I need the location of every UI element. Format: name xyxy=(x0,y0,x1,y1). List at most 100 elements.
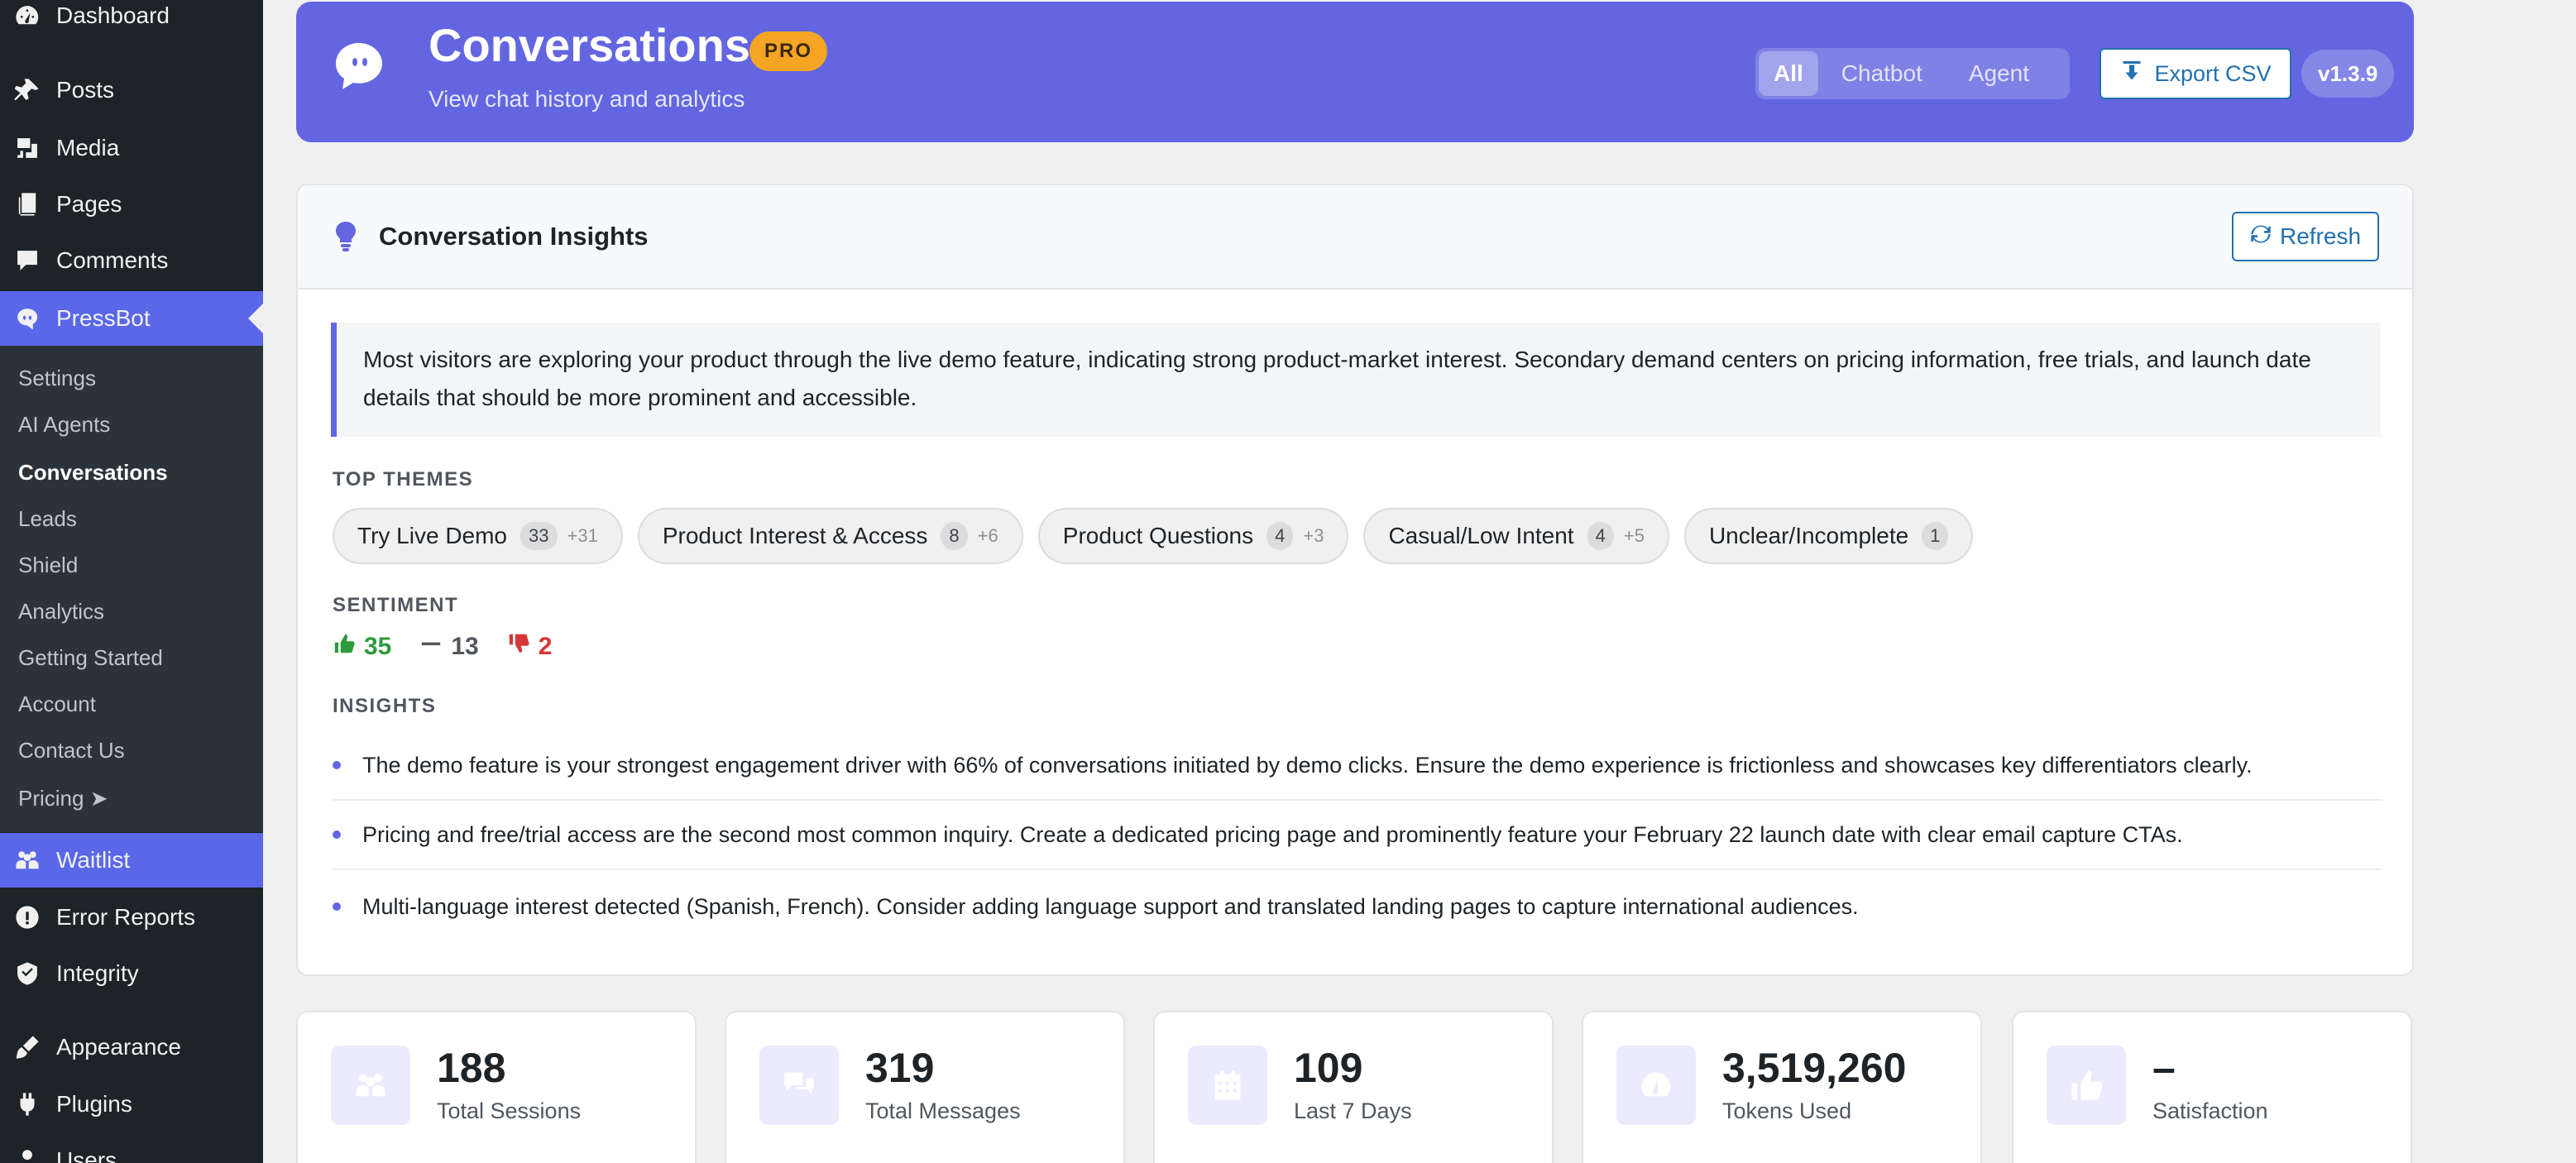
insights-heading: INSIGHTS xyxy=(333,695,437,717)
bullet-dot xyxy=(333,902,341,911)
warning-icon xyxy=(12,902,43,933)
menu-label: Waitlist xyxy=(56,847,131,873)
insight-text: Multi-language interest detected (Spanis… xyxy=(362,893,1859,919)
menu-label: Dashboard xyxy=(56,2,170,28)
calendar-icon xyxy=(1188,1046,1267,1125)
theme-name: Casual/Low Intent xyxy=(1388,523,1574,548)
stat-card-satisfaction: – Satisfaction xyxy=(2012,1011,2412,1163)
submenu-ai-agents[interactable]: AI Agents xyxy=(18,412,110,438)
menu-label: Posts xyxy=(56,77,115,103)
menu-label: Appearance xyxy=(56,1034,182,1060)
filter-segmented-control: All Chatbot Agent xyxy=(1755,48,2070,99)
pro-badge: PRO xyxy=(749,31,828,71)
export-label: Export CSV xyxy=(2154,60,2272,86)
stat-value: 319 xyxy=(865,1045,935,1091)
sentiment-positive: 35 xyxy=(333,632,391,662)
themes-heading: TOP THEMES xyxy=(333,468,474,491)
submenu-conversations[interactable]: Conversations xyxy=(18,460,168,486)
theme-name: Unclear/Incomplete xyxy=(1708,523,1909,548)
menu-appearance[interactable]: Appearance xyxy=(0,1020,263,1074)
page-header: Conversations PRO View chat history and … xyxy=(296,2,2414,142)
export-csv-button[interactable]: Export CSV xyxy=(2100,48,2291,99)
theme-count: 4 xyxy=(1587,522,1614,550)
thumbs-up-icon xyxy=(2047,1046,2126,1125)
theme-pill[interactable]: Try Live Demo 33 +31 xyxy=(333,508,623,564)
active-indicator xyxy=(248,304,263,333)
theme-pill[interactable]: Unclear/Incomplete 1 xyxy=(1683,508,1974,564)
user-icon xyxy=(12,1145,43,1163)
stat-label: Total Sessions xyxy=(437,1098,582,1123)
filter-chatbot[interactable]: Chatbot xyxy=(1818,51,1946,96)
filter-all[interactable]: All xyxy=(1759,51,1818,96)
refresh-button[interactable]: Refresh xyxy=(2232,212,2379,261)
theme-count: 8 xyxy=(941,522,968,550)
group-icon xyxy=(12,845,43,876)
media-icon xyxy=(12,132,43,164)
pages-icon xyxy=(12,189,43,220)
submenu-account[interactable]: Account xyxy=(18,692,96,717)
bullet-dot xyxy=(333,761,341,769)
neutral-count: 13 xyxy=(451,633,479,660)
chat-bubble-icon xyxy=(333,40,385,93)
pressbot-submenu: Settings AI Agents Conversations Leads S… xyxy=(0,346,263,832)
submenu-leads[interactable]: Leads xyxy=(18,506,77,532)
insight-item: Pricing and free/trial access are the se… xyxy=(333,801,2382,870)
insight-text: The demo feature is your strongest engag… xyxy=(362,752,2253,778)
stat-value: – xyxy=(2152,1045,2176,1091)
insight-item: The demo feature is your strongest engag… xyxy=(333,731,2382,801)
menu-users[interactable]: Users xyxy=(0,1133,263,1163)
theme-count: 1 xyxy=(1922,522,1949,550)
submenu-getting-started[interactable]: Getting Started xyxy=(18,645,163,671)
menu-label: Users xyxy=(56,1147,117,1163)
gauge-icon xyxy=(1616,1046,1696,1125)
theme-count: 4 xyxy=(1266,522,1294,550)
submenu-settings[interactable]: Settings xyxy=(18,366,96,391)
version-badge: v1.3.9 xyxy=(2301,50,2395,98)
stat-card-messages: 319 Total Messages xyxy=(725,1011,1125,1163)
theme-pill[interactable]: Casual/Low Intent 4 +5 xyxy=(1363,508,1669,564)
shield-icon xyxy=(12,958,43,989)
stat-card-last-7-days: 109 Last 7 Days xyxy=(1153,1011,1554,1163)
brush-icon xyxy=(12,1031,43,1063)
menu-waitlist[interactable]: Waitlist xyxy=(0,833,263,888)
stat-value: 109 xyxy=(1294,1045,1363,1091)
menu-label: Error Reports xyxy=(56,904,196,930)
minus-icon xyxy=(419,632,443,662)
sentiment-row: 35 13 2 xyxy=(333,632,552,662)
menu-media[interactable]: Media xyxy=(0,121,263,175)
theme-pill[interactable]: Product Questions 4 +3 xyxy=(1037,508,1349,564)
menu-label: Comments xyxy=(56,247,169,273)
menu-comments[interactable]: Comments xyxy=(0,233,263,288)
negative-count: 2 xyxy=(538,633,553,660)
theme-delta: +6 xyxy=(977,525,998,546)
filter-agent[interactable]: Agent xyxy=(1946,51,2052,96)
users-icon xyxy=(331,1046,410,1125)
stat-card-sessions: 188 Total Sessions xyxy=(296,1011,697,1163)
insights-summary: Most visitors are exploring your product… xyxy=(331,323,2381,437)
dashboard-icon xyxy=(12,0,43,31)
submenu-contact-us[interactable]: Contact Us xyxy=(18,738,125,763)
submenu-shield[interactable]: Shield xyxy=(18,553,78,578)
menu-posts[interactable]: Posts xyxy=(0,63,263,117)
menu-dashboard[interactable]: Dashboard xyxy=(0,0,263,43)
stat-value: 3,519,260 xyxy=(1722,1045,1907,1091)
theme-name: Product Interest & Access xyxy=(662,523,928,548)
menu-integrity[interactable]: Integrity xyxy=(0,946,263,1001)
messages-icon xyxy=(759,1046,839,1125)
menu-pages[interactable]: Pages xyxy=(0,177,263,232)
theme-pill[interactable]: Product Interest & Access 8 +6 xyxy=(637,508,1023,564)
menu-plugins[interactable]: Plugins xyxy=(0,1077,263,1132)
submenu-analytics[interactable]: Analytics xyxy=(18,599,104,625)
menu-label: Media xyxy=(56,135,120,160)
theme-delta: +3 xyxy=(1303,525,1324,546)
insight-item: Multi-language interest detected (Spanis… xyxy=(333,872,2382,941)
stat-label: Satisfaction xyxy=(2152,1098,2268,1123)
themes-list: Try Live Demo 33 +31 Product Interest & … xyxy=(333,508,1974,564)
menu-error-reports[interactable]: Error Reports xyxy=(0,890,263,945)
refresh-label: Refresh xyxy=(2279,223,2362,249)
menu-label: Plugins xyxy=(56,1091,132,1117)
submenu-pricing[interactable]: Pricing ➤ xyxy=(18,786,108,811)
menu-pressbot[interactable]: PressBot xyxy=(0,291,263,346)
thumbs-down-icon xyxy=(507,632,530,662)
theme-delta: +31 xyxy=(567,525,598,546)
